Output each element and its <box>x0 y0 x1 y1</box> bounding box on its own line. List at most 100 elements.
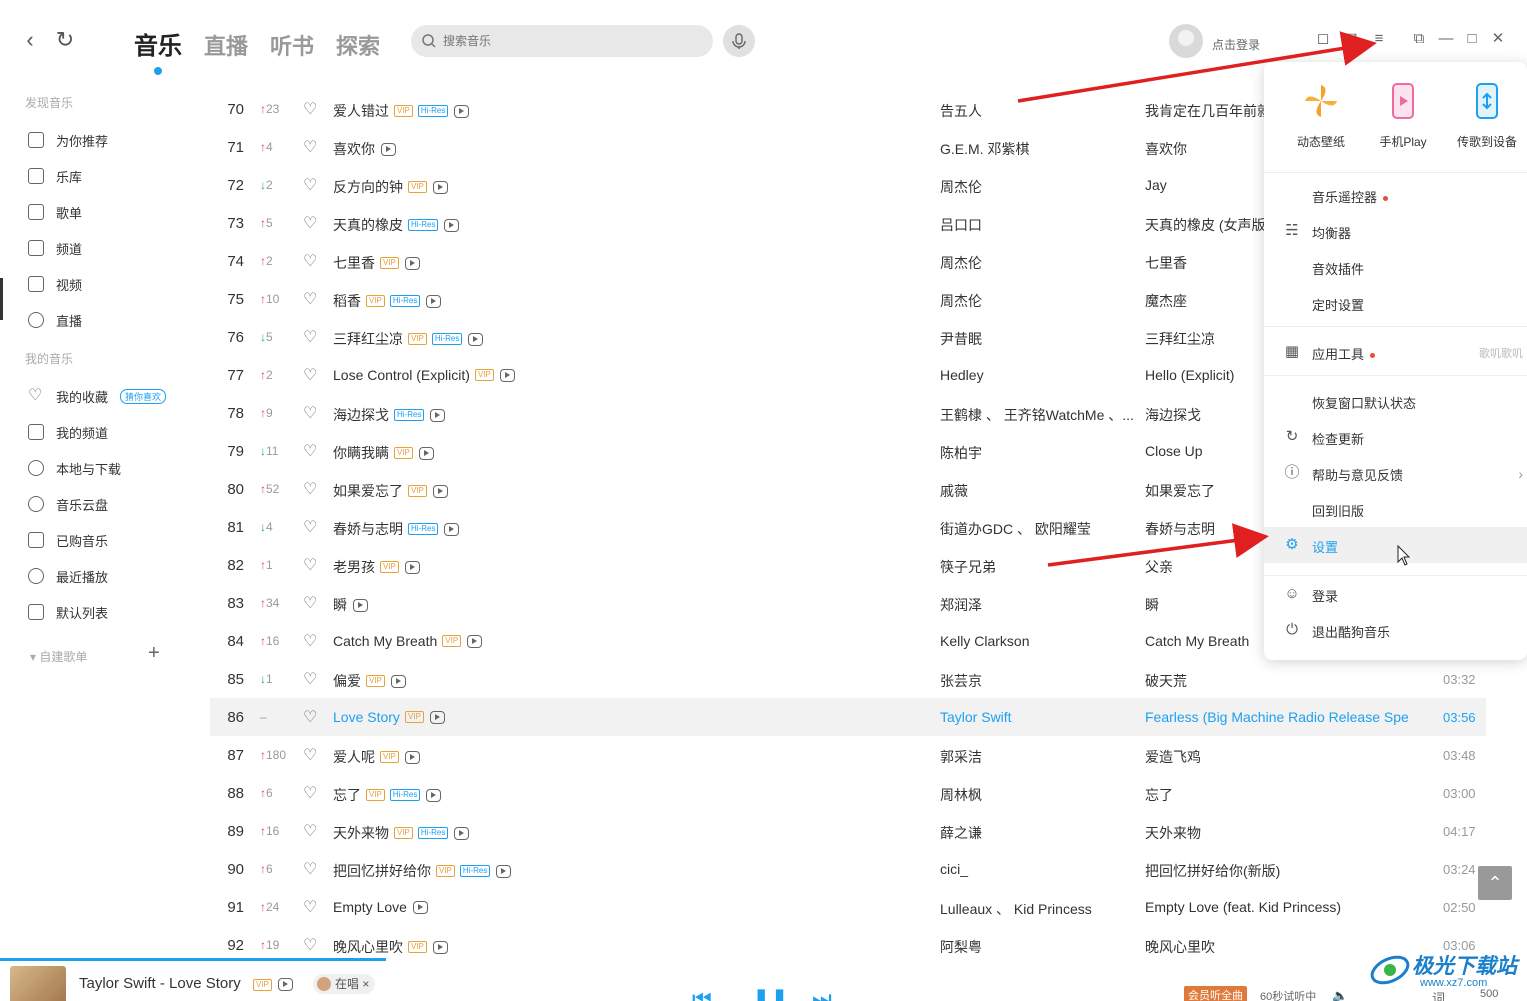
song-row[interactable]: 90 ↑6 ♡ 把回忆拼好给你 VIP Hi-Res cici_ 把回忆拼好给你(新版) 03:… <box>210 850 1486 888</box>
song-title[interactable]: 老男孩 <box>333 557 375 577</box>
mv-play-icon[interactable] <box>432 180 448 194</box>
song-album[interactable]: 破天荒 <box>1145 671 1187 691</box>
tab-live[interactable]: 直播 <box>204 29 248 61</box>
favorite-heart-icon[interactable]: ♡ <box>303 441 317 461</box>
mv-play-icon[interactable] <box>418 446 434 460</box>
vip-full-song-button[interactable]: 会员听全曲 <box>1184 986 1247 1001</box>
mini-mode-icon[interactable]: ⧉ <box>1410 30 1428 48</box>
mv-play-icon[interactable] <box>430 408 446 422</box>
mv-play-icon[interactable] <box>432 484 448 498</box>
song-row[interactable]: 86 – ♡ Love Story VIP Taylor Swift Fearless (B… <box>210 698 1486 736</box>
song-album[interactable]: Empty Love (feat. Kid Princess) <box>1145 899 1341 915</box>
song-artist[interactable]: 周杰伦 <box>940 177 982 197</box>
sidebar-item-live[interactable]: 直播 <box>28 310 188 330</box>
mail-icon[interactable]: ✉ <box>1342 30 1360 48</box>
favorite-heart-icon[interactable]: ♡ <box>303 99 317 119</box>
mv-play-icon[interactable] <box>426 294 442 308</box>
song-title[interactable]: 稻香 <box>333 291 361 311</box>
song-artist[interactable]: 吕口口 <box>940 215 982 235</box>
menu-item-help-feedback[interactable]: ⓘ 帮助与意见反馈 › <box>1264 455 1527 491</box>
mv-play-icon[interactable] <box>454 826 470 840</box>
custom-playlists-toggle[interactable]: ▾ 自建歌单 <box>30 648 87 665</box>
song-title[interactable]: 偏爱 <box>333 671 361 691</box>
favorite-heart-icon[interactable]: ♡ <box>303 137 317 157</box>
mv-play-icon[interactable] <box>467 634 483 648</box>
song-artist[interactable]: Kelly Clarkson <box>940 633 1029 649</box>
song-title[interactable]: 天外来物 <box>333 823 389 843</box>
sidebar-item-favorites[interactable]: ♡ 我的收藏 猜你喜欢 <box>28 386 188 406</box>
favorite-heart-icon[interactable]: ♡ <box>303 213 317 233</box>
mv-play-icon[interactable] <box>412 900 428 914</box>
song-title[interactable]: 把回忆拼好给你 <box>333 861 431 881</box>
album-cover[interactable] <box>10 966 66 1001</box>
favorite-heart-icon[interactable]: ♡ <box>303 631 317 651</box>
favorite-heart-icon[interactable]: ♡ <box>303 251 317 271</box>
mv-play-icon[interactable] <box>499 368 515 382</box>
song-title[interactable]: 瞬 <box>333 595 347 615</box>
tab-music[interactable]: 音乐 <box>134 26 182 75</box>
menu-item-settings[interactable]: ⚙ 设置 <box>1264 527 1527 563</box>
song-artist[interactable]: G.E.M. 邓紫棋 <box>940 139 1029 159</box>
song-album[interactable]: Fearless (Big Machine Radio Release Spe.… <box>1145 709 1410 725</box>
song-artist[interactable]: 阿梨粤 <box>940 937 982 957</box>
song-album[interactable]: 春娇与志明 <box>1145 519 1215 539</box>
song-artist[interactable]: 戚薇 <box>940 481 968 501</box>
sidebar-item-local-downloads[interactable]: 本地与下载 <box>28 458 188 478</box>
pause-icon[interactable]: ❚❚ <box>752 986 789 1001</box>
favorite-heart-icon[interactable]: ♡ <box>303 821 317 841</box>
song-title[interactable]: 海边探戈 <box>333 405 389 425</box>
favorite-heart-icon[interactable]: ♡ <box>303 593 317 613</box>
menu-item-app-tools[interactable]: ▦ 应用工具 歌叽歌叽 <box>1264 334 1527 370</box>
sidebar-item-library[interactable]: 乐库 <box>28 166 188 186</box>
song-artist[interactable]: Hedley <box>940 367 984 383</box>
tab-explore[interactable]: 探索 <box>336 29 380 61</box>
avatar[interactable] <box>1169 24 1203 58</box>
favorite-heart-icon[interactable]: ♡ <box>303 745 317 765</box>
song-title[interactable]: 喜欢你 <box>333 139 375 159</box>
favorite-heart-icon[interactable]: ♡ <box>303 289 317 309</box>
now-playing-title[interactable]: Taylor Swift - Love Story <box>79 975 241 992</box>
mv-play-icon[interactable] <box>381 142 396 156</box>
previous-icon[interactable]: ⏮ <box>692 986 712 1001</box>
song-artist[interactable]: cici_ <box>940 861 968 877</box>
mv-play-icon[interactable] <box>444 218 460 232</box>
song-album[interactable]: 魔杰座 <box>1145 291 1187 311</box>
refresh-icon[interactable]: ↻ <box>53 28 77 52</box>
skin-shirt-icon[interactable]: ◻ <box>1314 30 1332 48</box>
song-album[interactable]: Jay <box>1145 177 1167 193</box>
song-album[interactable]: 天外来物 <box>1145 823 1201 843</box>
phone-play-button[interactable]: 手机Play <box>1363 82 1443 150</box>
sidebar-item-default-list[interactable]: 默认列表 <box>28 602 188 622</box>
favorite-heart-icon[interactable]: ♡ <box>303 555 317 575</box>
favorite-heart-icon[interactable]: ♡ <box>303 783 317 803</box>
mv-play-icon[interactable] <box>429 710 445 724</box>
song-artist[interactable]: 尹昔眠 <box>940 329 982 349</box>
search-input[interactable] <box>443 34 683 48</box>
sidebar-item-purchased[interactable]: 已购音乐 <box>28 530 188 550</box>
song-album[interactable]: Hello (Explicit) <box>1145 367 1234 383</box>
song-artist[interactable]: 筷子兄弟 <box>940 557 996 577</box>
song-album[interactable]: 瞬 <box>1145 595 1159 615</box>
mv-play-icon[interactable] <box>426 788 442 802</box>
mv-play-icon[interactable] <box>404 256 420 270</box>
song-artist[interactable]: 张芸京 <box>940 671 982 691</box>
mv-play-icon[interactable] <box>353 598 368 612</box>
menu-item-restore-window[interactable]: 恢复窗口默认状态 <box>1264 383 1527 419</box>
song-album[interactable]: 天真的橡皮 (女声版) <box>1145 215 1270 235</box>
song-album[interactable]: 喜欢你 <box>1145 139 1187 159</box>
song-title[interactable]: Empty Love <box>333 899 407 915</box>
mv-play-icon[interactable] <box>454 104 470 118</box>
tab-audiobook[interactable]: 听书 <box>270 29 314 61</box>
mv-play-icon[interactable] <box>496 864 512 878</box>
song-title[interactable]: 天真的橡皮 <box>333 215 403 235</box>
song-artist[interactable]: 郭采洁 <box>940 747 982 767</box>
song-row[interactable]: 85 ↓1 ♡ 偏爱 VIP 张芸京 破天荒 03:32 <box>210 660 1486 698</box>
song-row[interactable]: 88 ↑6 ♡ 忘了 VIP Hi-Res 周林枫 忘了 03:00 <box>210 774 1486 812</box>
song-title[interactable]: 春娇与志明 <box>333 519 403 539</box>
song-artist[interactable]: 周林枫 <box>940 785 982 805</box>
song-artist[interactable]: Taylor Swift <box>940 709 1012 725</box>
favorite-heart-icon[interactable]: ♡ <box>303 859 317 879</box>
sidebar-item-cloud[interactable]: 音乐云盘 <box>28 494 188 514</box>
search-box[interactable] <box>411 25 713 57</box>
song-album[interactable]: 如果爱忘了 <box>1145 481 1215 501</box>
